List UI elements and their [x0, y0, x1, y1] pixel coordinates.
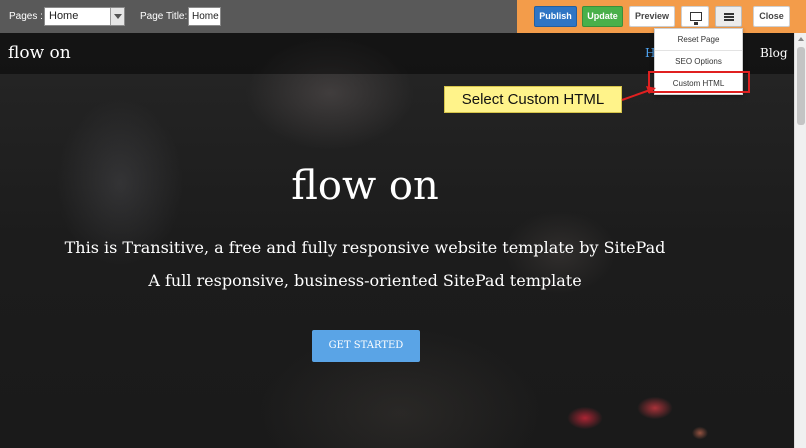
close-button[interactable]: Close — [753, 6, 790, 27]
hero-description: This is Transitive, a free and fully res… — [64, 238, 666, 257]
scrollbar[interactable] — [794, 33, 806, 448]
pages-label: Pages : — [9, 11, 43, 22]
pages-select-value: Home — [49, 10, 79, 22]
hero-subtitle: A full responsive, business-oriented Sit… — [148, 271, 582, 290]
menu-item-seo-options[interactable]: SEO Options — [655, 51, 742, 73]
menu-button[interactable] — [715, 6, 742, 27]
pages-select[interactable]: Home — [44, 7, 125, 26]
scroll-up-icon[interactable] — [798, 37, 804, 41]
page-title-label: Page Title: — [140, 11, 188, 22]
site-brand[interactable]: flow on — [8, 43, 71, 63]
scrollbar-thumb[interactable] — [797, 47, 805, 125]
hamburger-icon — [724, 13, 734, 21]
chevron-down-icon[interactable] — [110, 8, 124, 25]
publish-button[interactable]: Publish — [534, 6, 577, 27]
highlight-box — [648, 71, 750, 93]
menu-item-reset-page[interactable]: Reset Page — [655, 29, 742, 51]
monitor-icon — [690, 12, 702, 25]
site-preview: flow on H Blog flow on This is Transitiv… — [0, 33, 794, 448]
preview-button[interactable]: Preview — [629, 6, 675, 27]
nav-item-blog[interactable]: Blog — [760, 46, 788, 60]
hero-title: flow on — [291, 163, 439, 209]
get-started-button[interactable]: GET STARTED — [312, 330, 420, 362]
device-button[interactable] — [681, 6, 709, 27]
page-title-input[interactable]: Home — [188, 7, 221, 26]
annotation-callout: Select Custom HTML — [444, 86, 622, 113]
update-button[interactable]: Update — [582, 6, 623, 27]
